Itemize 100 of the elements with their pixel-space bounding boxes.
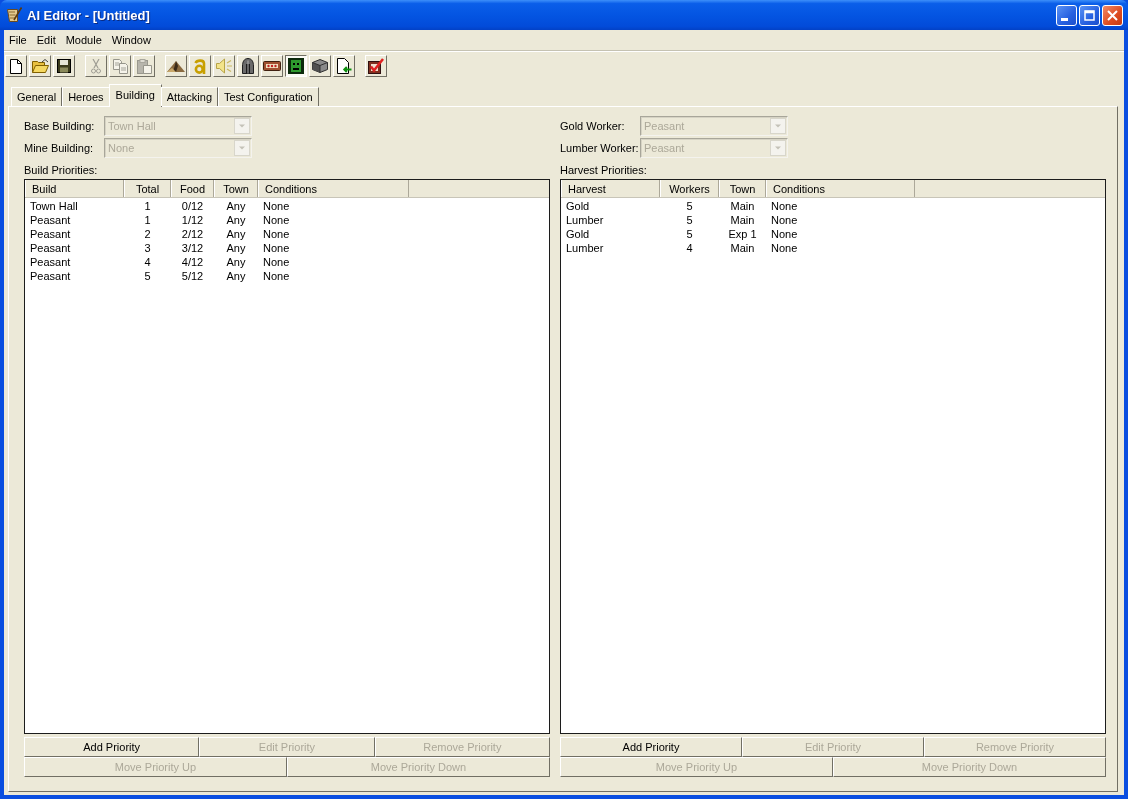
column-header[interactable]: Conditions [766, 180, 915, 197]
table-cell-text: 4 [143, 255, 152, 269]
scissors-icon [91, 58, 101, 74]
creature-face-icon [288, 58, 304, 74]
column-header[interactable]: Conditions [258, 180, 409, 197]
table-cell-text: None [262, 227, 291, 241]
table-cell-text: None [262, 269, 291, 283]
table-cell-text: Peasant [29, 227, 72, 241]
table-cell-text: 0/12 [180, 199, 205, 213]
table-cell-text: 2/12 [180, 227, 205, 241]
page-arrow-icon [336, 58, 352, 74]
table-cell-text: 5 [685, 199, 694, 213]
table-cell-text: Any [225, 213, 247, 227]
field-label: Gold Worker: [560, 120, 626, 132]
table-cell-text: None [262, 255, 291, 269]
table-cell-text: 5/12 [180, 269, 205, 283]
column-header[interactable]: Build [25, 180, 124, 197]
menu-item[interactable]: File [4, 31, 32, 49]
table-cell-text: Any [225, 255, 247, 269]
toolbar-button[interactable] [285, 55, 307, 77]
command-button[interactable]: Add Priority [560, 737, 742, 757]
close-icon [1107, 9, 1118, 21]
window-title: AI Editor - [Untitled] [27, 7, 150, 23]
scroll-icon [6, 7, 22, 23]
column-header[interactable]: Harvest [561, 180, 660, 197]
table-cell-text: Peasant [29, 213, 72, 227]
tab[interactable]: General [11, 87, 63, 106]
table-cell-text: 5 [685, 213, 694, 227]
table-cell-text: Main [729, 199, 756, 213]
letter-a-icon [194, 58, 206, 74]
tab[interactable]: Test Configuration [218, 87, 319, 106]
column-header[interactable]: Total [124, 180, 171, 197]
clipboard-icon [136, 58, 152, 74]
column-header[interactable]: Workers [660, 180, 719, 197]
column-header[interactable]: Town [214, 180, 258, 197]
table-cell-text: 1 [143, 199, 152, 213]
table-cell-text: Any [225, 269, 247, 283]
table-cell-text: 1/12 [180, 213, 205, 227]
table-cell-text: Town Hall [29, 199, 79, 213]
copy-icon [112, 58, 128, 74]
maximize-button[interactable] [1079, 4, 1100, 26]
menu-item[interactable]: Edit [31, 31, 61, 49]
column-header[interactable]: Town [719, 180, 766, 197]
table-cell-text: None [262, 199, 291, 213]
table-cell-text: 3/12 [180, 241, 205, 255]
table-cell-text: 2 [143, 227, 152, 241]
speaker-icon [216, 58, 232, 74]
menu-item[interactable]: Module [60, 31, 107, 49]
table-cell-text: Any [225, 227, 247, 241]
caret-icon [234, 140, 250, 156]
table-cell-text: Main [729, 241, 756, 255]
maximize-icon [1084, 9, 1095, 21]
tab[interactable]: Heroes [62, 87, 110, 106]
table-cell-text: 4/12 [180, 255, 205, 269]
table-cell-text: None [770, 227, 799, 241]
table-cell-text: None [770, 213, 799, 227]
table-cell-text: Peasant [29, 241, 72, 255]
field-label: Lumber Worker: [560, 142, 640, 154]
field-label: Base Building: [24, 120, 96, 132]
chest-icon [263, 60, 281, 72]
list-label: Harvest Priorities: [560, 163, 648, 177]
caret-icon [234, 118, 250, 134]
table-cell-text: None [262, 213, 291, 227]
caret-icon [770, 118, 786, 134]
table-cell-text: None [770, 199, 799, 213]
table-cell-text: Gold [565, 227, 591, 241]
tab[interactable]: Building [108, 84, 162, 107]
field-label: Mine Building: [24, 142, 95, 154]
list-box[interactable]: Build Total Food Town Conditions Town Hall 1 0/12 Any None Peasant 1 1/12 Any None Peasant 2 2/12 Any None Peasant 3 3/12 Any None Peasant 4 4/12 Any None Peasant 5 5/12 Any None [24, 179, 550, 734]
ticked-box-icon [368, 58, 384, 74]
table-cell-text: Any [225, 241, 247, 255]
table-cell-text: None [770, 241, 799, 255]
list-label: Build Priorities: [24, 163, 99, 177]
minimize-icon [1061, 17, 1068, 21]
table-cell-text: 5 [685, 227, 694, 241]
table-cell-text: Any [225, 199, 247, 213]
table-cell-text: Peasant [29, 255, 72, 269]
cube-icon [312, 59, 328, 73]
folder-icon [31, 59, 49, 73]
table-cell-text: 1 [143, 213, 152, 227]
table-cell-text: Peasant [29, 269, 72, 283]
caret-icon [770, 140, 786, 156]
table-cell-text: None [262, 241, 291, 255]
tab[interactable]: Attacking [160, 87, 218, 106]
table-cell-text: 3 [143, 241, 152, 255]
table-cell-text: Gold [565, 199, 591, 213]
column-header[interactable]: Food [171, 180, 214, 197]
list-box[interactable]: Harvest Workers Town Conditions Gold 5 Main None Lumber 5 Main None Gold 5 Exp 1 None Lumber 4 Main None [560, 179, 1106, 734]
table-cell-text: Main [729, 213, 756, 227]
table-cell-text: Lumber [565, 241, 605, 255]
menu-item[interactable]: Window [106, 31, 156, 49]
table-cell-text: 5 [143, 269, 152, 283]
close-button[interactable] [1102, 4, 1123, 26]
command-button[interactable]: Add Priority [24, 737, 200, 757]
table-cell-text: Lumber [565, 213, 605, 227]
minimize-button[interactable] [1056, 4, 1077, 26]
mountain-icon [167, 60, 185, 72]
page-icon [10, 58, 22, 74]
table-cell-text: Exp 1 [727, 227, 758, 241]
table-cell-text: 4 [685, 241, 694, 255]
